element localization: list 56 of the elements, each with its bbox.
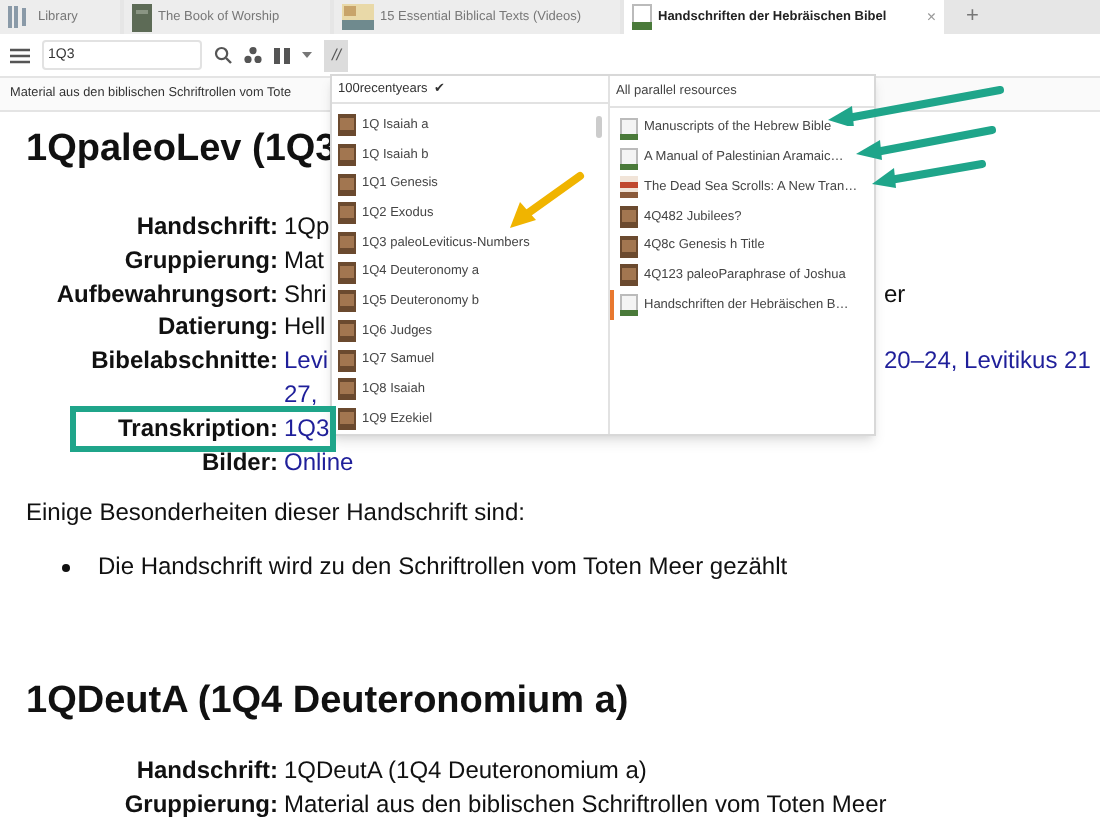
field-value: 1QDeutA (1Q4 Deuteronomium a) bbox=[284, 755, 647, 784]
field-link[interactable]: Online bbox=[284, 447, 354, 476]
cluster-icon[interactable] bbox=[244, 46, 262, 64]
field-value: Shri bbox=[284, 279, 327, 308]
field-label: Gruppierung: bbox=[124, 245, 278, 274]
field-value: Hell bbox=[284, 312, 326, 341]
field-label: Bibelabschnitte: bbox=[91, 346, 278, 375]
scroll-cover-icon bbox=[620, 235, 638, 258]
field-label: Gruppierung: bbox=[124, 789, 278, 818]
book-cover-icon bbox=[132, 3, 152, 31]
scroll-cover-icon bbox=[338, 378, 356, 401]
scroll-cover-icon bbox=[338, 173, 356, 196]
field-value: 1Qp bbox=[284, 212, 330, 240]
bullet-icon bbox=[62, 564, 70, 573]
parallel-button[interactable]: // bbox=[324, 39, 349, 71]
paragraph: Einige Besonderheiten dieser Handschrift sind: bbox=[26, 496, 525, 531]
article-heading: 1QDeutA (1Q4 Deuteronomium a) bbox=[26, 677, 629, 726]
field-label: Handschrift: bbox=[136, 212, 278, 240]
field-link[interactable]: Levi bbox=[284, 346, 329, 375]
columns-icon[interactable] bbox=[274, 47, 290, 63]
scroll-cover-icon bbox=[338, 143, 356, 166]
field-value: er bbox=[884, 277, 906, 311]
field-label: Transkription: bbox=[117, 413, 278, 442]
scroll-cover-icon bbox=[338, 320, 356, 343]
scroll-cover-icon bbox=[338, 114, 356, 137]
scroll-cover-icon bbox=[338, 202, 356, 225]
field-label: Aufbewahrungsort: bbox=[56, 279, 278, 308]
scroll-cover-icon bbox=[338, 349, 356, 372]
list-item-text: Die Handschrift wird zu den Schriftrollen vom Toten Meer gezählt bbox=[98, 550, 788, 584]
new-tab-button[interactable]: + bbox=[956, 0, 989, 34]
scroll-cover-icon bbox=[620, 264, 638, 287]
field-label: Handschrift: bbox=[136, 755, 278, 784]
field-label: Datierung: bbox=[158, 312, 278, 341]
field-label: Bilder: bbox=[201, 447, 278, 476]
library-icon bbox=[8, 6, 32, 28]
search-icon[interactable] bbox=[214, 46, 232, 64]
scrollbar[interactable] bbox=[596, 116, 602, 139]
book-cover-icon bbox=[620, 147, 638, 170]
book-cover-icon bbox=[620, 293, 638, 316]
annotation-arrow bbox=[868, 158, 990, 194]
book-cover-icon bbox=[620, 117, 638, 140]
scroll-cover-icon bbox=[338, 408, 356, 431]
book-cover-icon bbox=[632, 4, 652, 30]
field-value: Material aus den biblischen Schriftrollen vom Toten Meer bbox=[284, 789, 887, 818]
book-cover-icon bbox=[620, 176, 638, 199]
field-link[interactable]: 20–24, Levitikus 21 bbox=[884, 344, 1091, 378]
field-link[interactable]: 1Q3 bbox=[284, 413, 330, 442]
video-thumbnail-icon bbox=[342, 4, 374, 30]
scroll-cover-icon bbox=[620, 205, 638, 228]
field-link[interactable]: 27, bbox=[284, 379, 318, 408]
scroll-cover-icon bbox=[338, 261, 356, 284]
caret-icon[interactable] bbox=[302, 51, 312, 59]
scroll-cover-icon bbox=[338, 290, 356, 313]
scroll-cover-icon bbox=[338, 232, 356, 255]
menu-icon[interactable] bbox=[10, 47, 30, 63]
field-value: Mat bbox=[284, 245, 325, 274]
